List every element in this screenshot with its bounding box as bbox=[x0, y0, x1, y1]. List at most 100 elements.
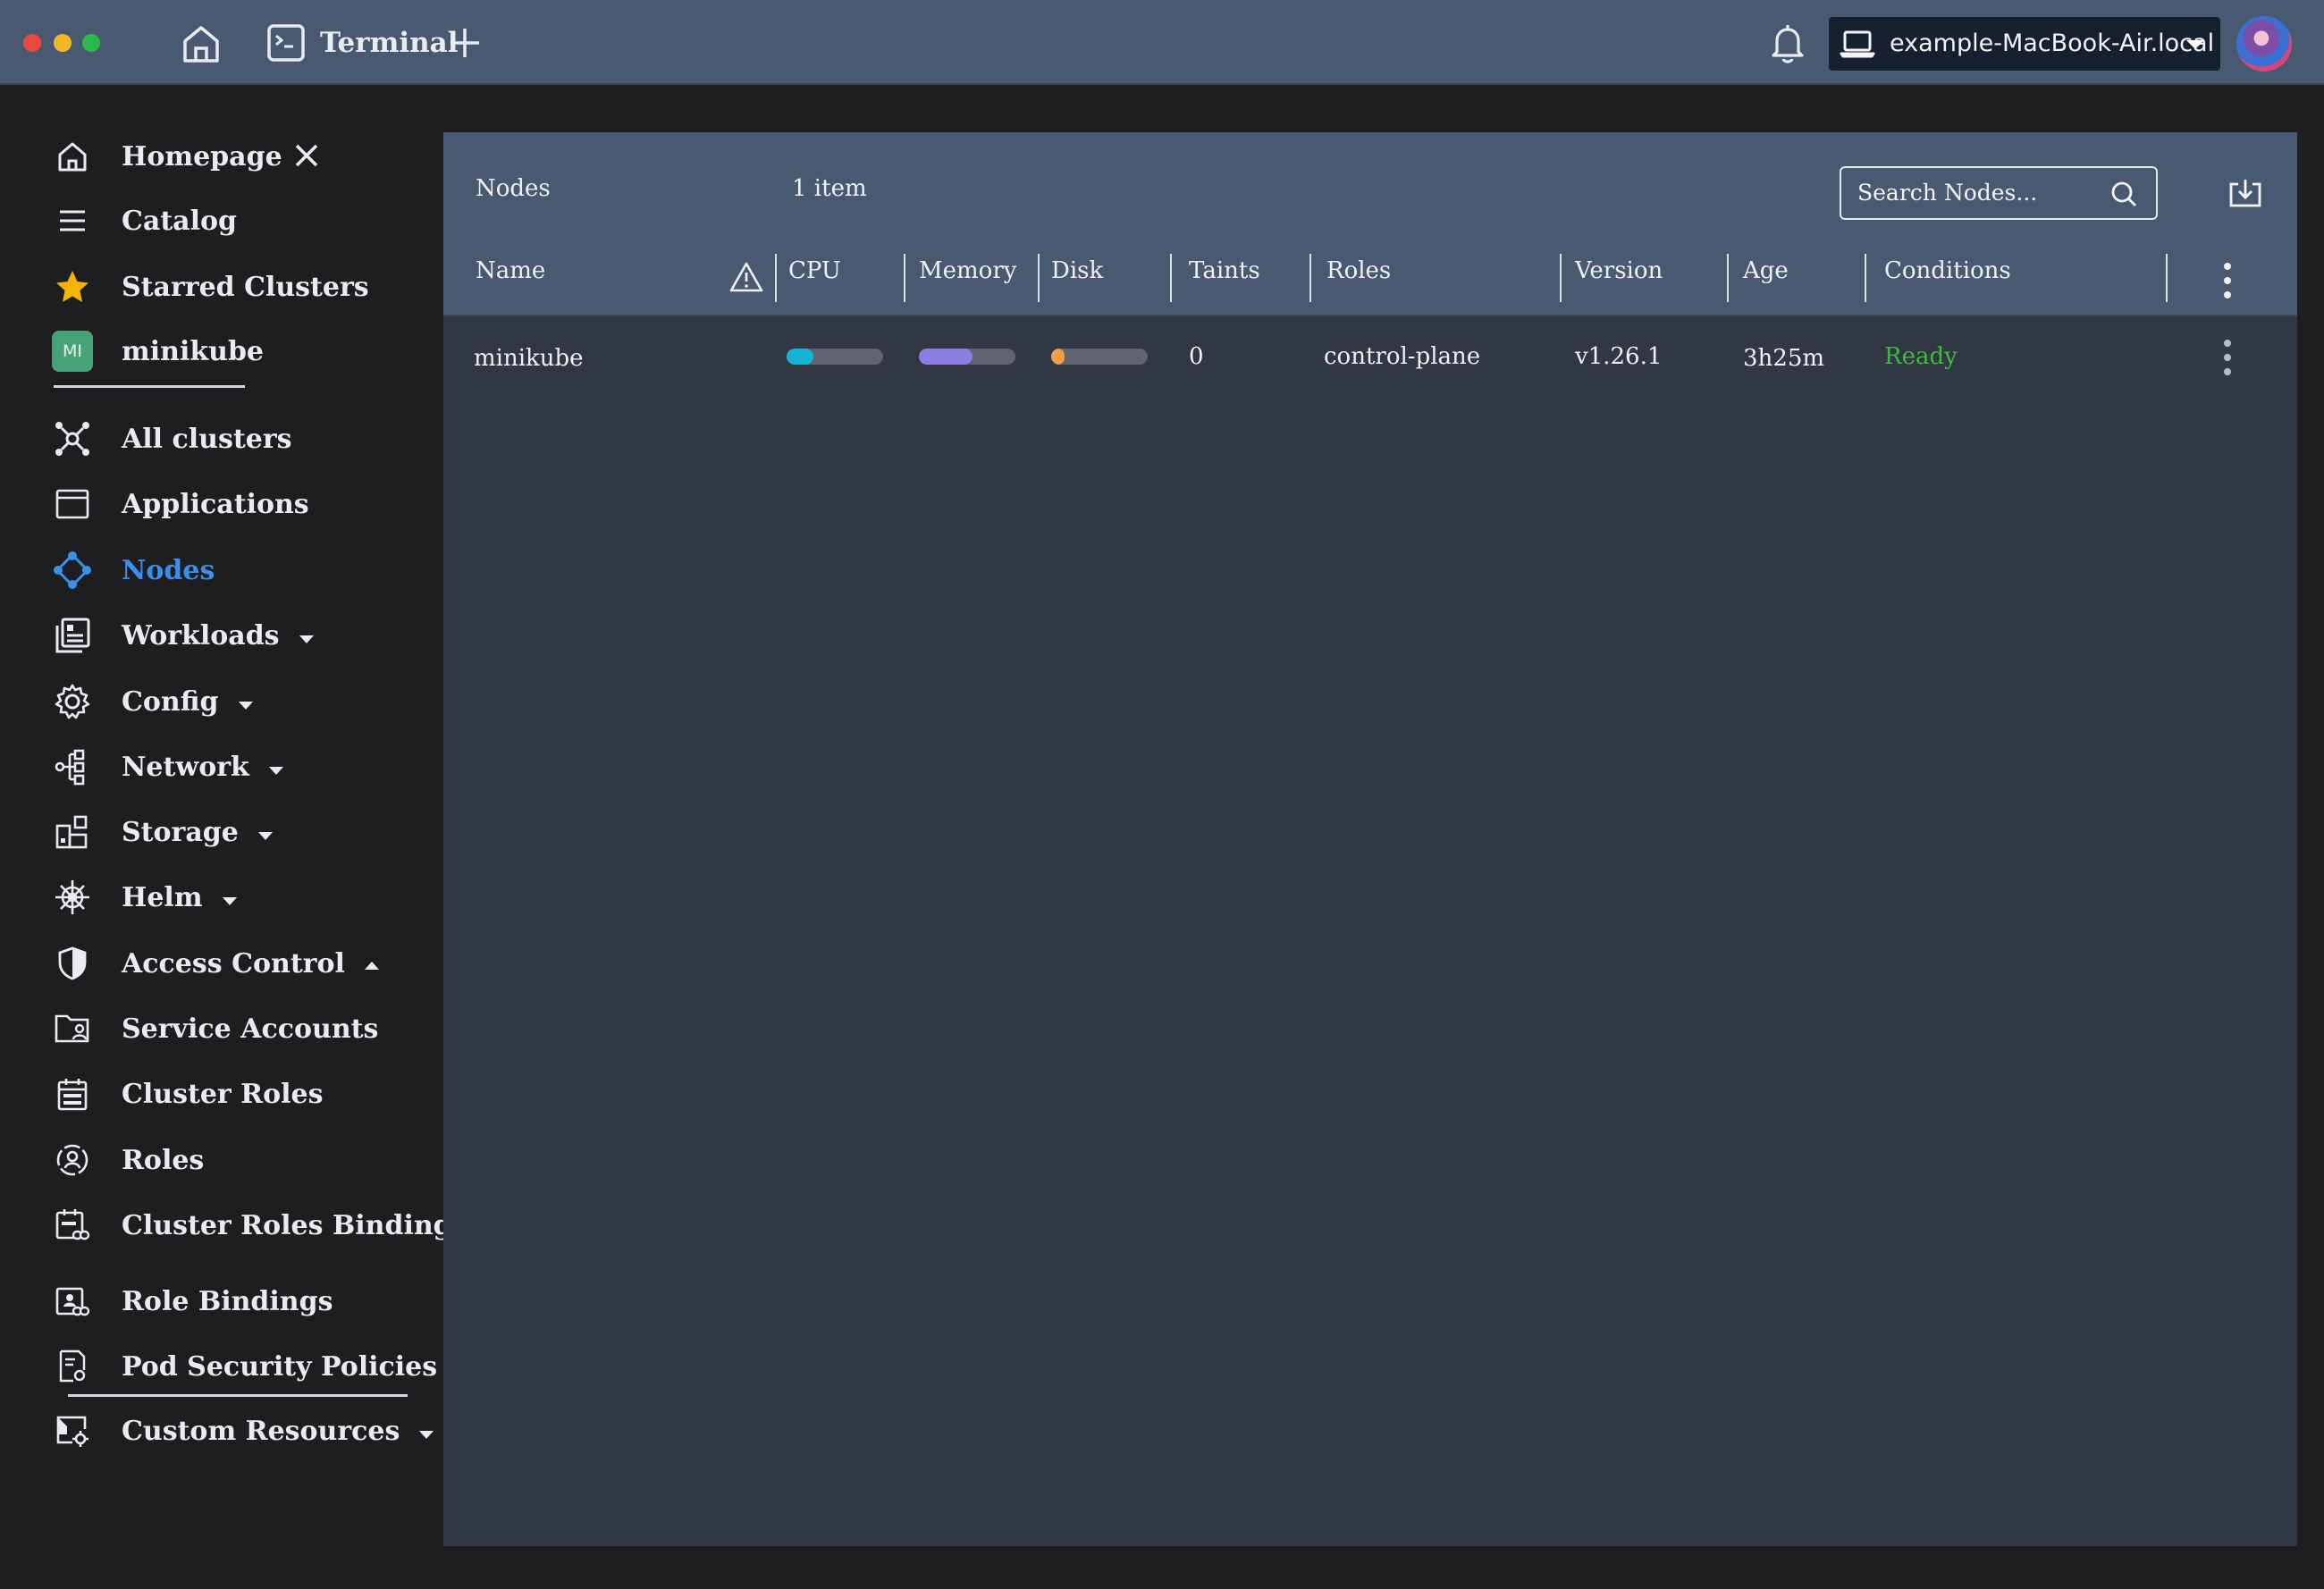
chevron-down-icon bbox=[268, 766, 283, 775]
sidebar-item-roles[interactable]: Roles bbox=[50, 1135, 204, 1185]
item-count: 1 item bbox=[792, 175, 867, 202]
warning-icon[interactable] bbox=[729, 261, 763, 293]
cpu-usage-bar bbox=[787, 349, 883, 365]
gear-icon bbox=[50, 679, 95, 724]
node-taints: 0 bbox=[1189, 343, 1204, 370]
sidebar-item-cluster-roles[interactable]: Cluster Roles bbox=[50, 1069, 323, 1119]
sidebar-item-helm[interactable]: Helm bbox=[50, 872, 237, 922]
chevron-down-icon bbox=[419, 1430, 434, 1439]
more-vertical-icon[interactable] bbox=[2220, 261, 2235, 300]
search-icon bbox=[2111, 181, 2136, 206]
sidebar-item-role-bindings[interactable]: Role Bindings bbox=[50, 1276, 333, 1326]
sidebar-item-homepage[interactable]: Homepage bbox=[50, 131, 282, 181]
search-input[interactable]: Search Nodes... bbox=[1840, 166, 2158, 220]
sidebar-item-access-control[interactable]: Access Control bbox=[50, 938, 379, 988]
calendar-list-icon bbox=[50, 1072, 95, 1116]
home-icon[interactable] bbox=[179, 21, 223, 66]
star-icon bbox=[50, 265, 95, 309]
host-select[interactable]: example-MacBook-Air.local bbox=[1829, 17, 2220, 71]
nodes-icon bbox=[50, 548, 95, 593]
sidebar-item-config[interactable]: Config bbox=[50, 677, 253, 727]
close-icon[interactable] bbox=[291, 140, 322, 171]
avatar[interactable] bbox=[2236, 16, 2292, 71]
custom-resource-icon bbox=[50, 1408, 95, 1453]
sidebar-item-label: Pod Security Policies bbox=[122, 1350, 438, 1383]
sidebar-item-custom-resources[interactable]: Custom Resources bbox=[50, 1406, 434, 1456]
sidebar-item-label: All clusters bbox=[122, 423, 292, 455]
sidebar-item-service-accounts[interactable]: Service Accounts bbox=[50, 1004, 378, 1054]
title-bar: Terminal example-MacBook-Air.local bbox=[0, 0, 2324, 85]
nodes-panel: Nodes 1 item Search Nodes... Name CPU Me… bbox=[443, 132, 2297, 1546]
sidebar-item-applications[interactable]: Applications bbox=[50, 479, 309, 529]
download-icon[interactable] bbox=[2227, 177, 2263, 209]
terminal-icon[interactable] bbox=[266, 23, 306, 63]
badge-link-icon bbox=[50, 1279, 95, 1324]
folder-user-icon bbox=[50, 1006, 95, 1051]
cpu-usage-fill bbox=[787, 349, 814, 365]
more-vertical-icon[interactable] bbox=[2220, 338, 2235, 377]
table-row[interactable]: minikube 0 control-plane v1.26.1 3h25m R… bbox=[443, 320, 2297, 402]
sidebar-item-label: Role Bindings bbox=[122, 1285, 333, 1317]
plus-icon[interactable] bbox=[447, 25, 483, 61]
memory-usage-bar bbox=[919, 349, 1015, 365]
close-window-button[interactable] bbox=[23, 34, 41, 52]
column-divider bbox=[904, 254, 905, 302]
terminal-tab-label[interactable]: Terminal bbox=[320, 23, 459, 63]
chevron-down-icon bbox=[257, 831, 273, 840]
column-header-roles[interactable]: Roles bbox=[1326, 257, 1391, 284]
sidebar-item-network[interactable]: Network bbox=[50, 742, 283, 792]
policy-icon bbox=[50, 1344, 95, 1389]
workloads-icon bbox=[50, 613, 95, 658]
calendar-link-icon bbox=[50, 1203, 95, 1248]
column-divider bbox=[1865, 254, 1866, 302]
sidebar-item-storage[interactable]: Storage bbox=[50, 807, 273, 857]
sidebar-item-label: Access Control bbox=[122, 947, 345, 979]
page-title: Nodes bbox=[476, 175, 551, 202]
shield-icon bbox=[50, 941, 95, 986]
sidebar-item-workloads[interactable]: Workloads bbox=[50, 610, 314, 660]
column-header-conditions[interactable]: Conditions bbox=[1884, 257, 2011, 284]
user-circle-icon bbox=[50, 1138, 95, 1182]
memory-usage-fill bbox=[919, 349, 973, 365]
column-divider bbox=[1727, 254, 1729, 302]
chevron-down-icon bbox=[222, 896, 237, 905]
column-divider bbox=[1309, 254, 1311, 302]
column-header-cpu[interactable]: CPU bbox=[788, 257, 841, 284]
sidebar-item-label: Nodes bbox=[122, 554, 215, 586]
sidebar-item-label: Cluster Roles Bindings bbox=[122, 1209, 467, 1241]
sidebar-divider bbox=[68, 1394, 408, 1397]
column-header-memory[interactable]: Memory bbox=[919, 257, 1016, 284]
sidebar-item-starred-clusters[interactable]: Starred Clusters bbox=[50, 262, 369, 312]
sidebar-item-cluster-roles-bindings[interactable]: Cluster Roles Bindings bbox=[50, 1200, 467, 1250]
sidebar-item-label: Storage bbox=[122, 816, 239, 848]
sidebar-item-label: Workloads bbox=[122, 619, 280, 652]
node-condition-status: Ready bbox=[1884, 343, 1958, 370]
node-name: minikube bbox=[474, 345, 584, 372]
column-header-name[interactable]: Name bbox=[476, 257, 545, 284]
sidebar-item-all-clusters[interactable]: All clusters bbox=[50, 414, 292, 464]
sidebar-item-catalog[interactable]: Catalog bbox=[50, 196, 237, 246]
cluster-icon bbox=[50, 416, 95, 461]
laptop-icon bbox=[1840, 30, 1875, 58]
sidebar-item-label: Network bbox=[122, 751, 249, 783]
chevron-down-icon bbox=[2186, 40, 2204, 49]
sidebar-item-pod-security-policies[interactable]: Pod Security Policies bbox=[50, 1341, 437, 1391]
search-placeholder: Search Nodes... bbox=[1857, 180, 2038, 206]
minimize-window-button[interactable] bbox=[54, 34, 72, 52]
column-header-disk[interactable]: Disk bbox=[1051, 257, 1103, 284]
maximize-window-button[interactable] bbox=[82, 34, 100, 52]
bell-icon[interactable] bbox=[1766, 21, 1809, 66]
node-roles: control-plane bbox=[1324, 343, 1481, 370]
cluster-divider bbox=[54, 385, 245, 388]
sidebar-item-label: Roles bbox=[122, 1144, 205, 1176]
sidebar-item-minikube[interactable]: MI minikube bbox=[50, 326, 264, 376]
column-header-taints[interactable]: Taints bbox=[1189, 257, 1260, 284]
sidebar-item-label: Custom Resources bbox=[122, 1415, 400, 1447]
column-divider bbox=[1170, 254, 1172, 302]
column-header-age[interactable]: Age bbox=[1743, 257, 1789, 284]
column-header-version[interactable]: Version bbox=[1575, 257, 1663, 284]
column-divider bbox=[1560, 254, 1562, 302]
sidebar-item-nodes[interactable]: Nodes bbox=[50, 545, 215, 595]
sidebar-item-label: Helm bbox=[122, 881, 203, 913]
sidebar-item-label: Service Accounts bbox=[122, 1013, 379, 1045]
